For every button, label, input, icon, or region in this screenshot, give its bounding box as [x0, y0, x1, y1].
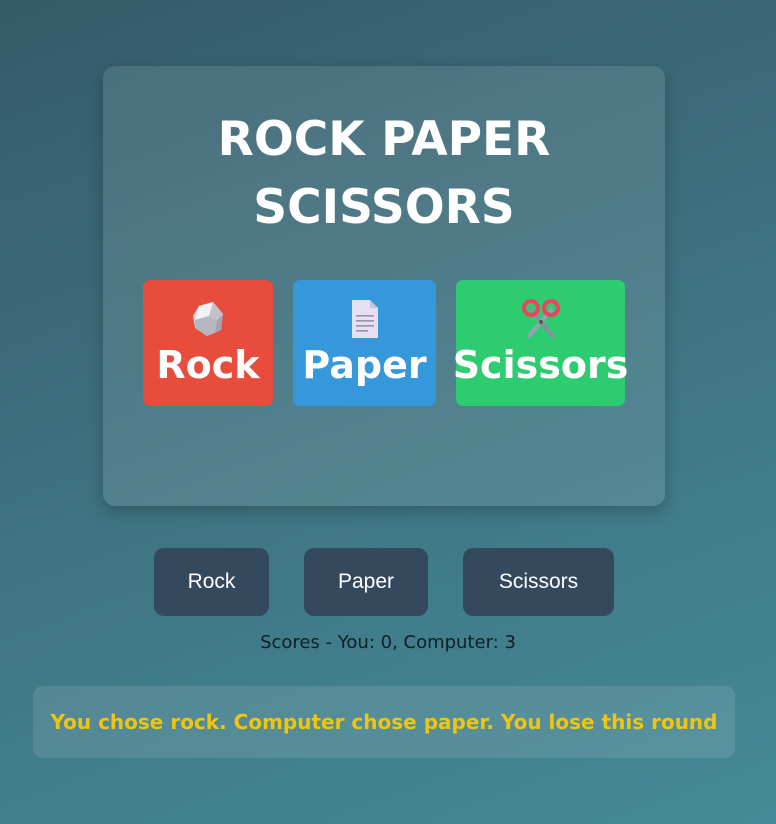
- game-title: ROCK PAPER SCISSORS: [103, 106, 665, 242]
- rock-choice-label: Rock: [156, 343, 260, 387]
- scissors-icon: [520, 298, 562, 340]
- result-panel: You chose rock. Computer chose paper. Yo…: [33, 686, 735, 758]
- paper-choice-card[interactable]: Paper: [293, 280, 436, 406]
- paper-choice-label: Paper: [302, 343, 427, 387]
- result-message: You chose rock. Computer chose paper. Yo…: [50, 710, 718, 734]
- scissors-choice-card[interactable]: Scissors: [453, 280, 628, 406]
- scissors-button[interactable]: Scissors: [463, 548, 614, 616]
- rock-icon: [187, 298, 229, 340]
- scissors-choice-label: Scissors: [452, 343, 629, 387]
- rock-choice-card[interactable]: Rock: [143, 280, 273, 406]
- game-title-line2: SCISSORS: [253, 180, 515, 235]
- game-card: ROCK PAPER SCISSORS Rock Paper Scissors: [103, 66, 665, 506]
- paper-button[interactable]: Paper: [304, 548, 428, 616]
- scores-text: Scores - You: 0, Computer: 3: [260, 632, 516, 653]
- paper-icon: [344, 298, 386, 340]
- game-title-line1: ROCK PAPER: [217, 112, 551, 167]
- rock-button[interactable]: Rock: [154, 548, 269, 616]
